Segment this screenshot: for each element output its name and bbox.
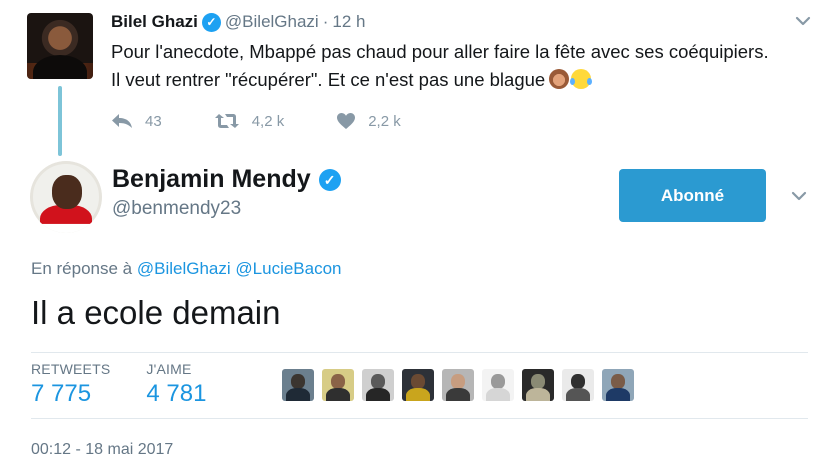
tears-of-joy-emoji-icon (570, 69, 593, 89)
parent-tweet-line-1: Pour l'anecdote, Mbappé pas chaud pour a… (111, 41, 769, 62)
reply-prefix: En réponse à (31, 259, 133, 278)
liker-avatar[interactable] (482, 369, 514, 401)
liker-avatar[interactable] (282, 369, 314, 401)
heart-icon (337, 113, 356, 129)
parent-avatar[interactable] (27, 13, 93, 79)
retweet-action[interactable]: 4,2 k (214, 112, 285, 130)
retweets-value: 7 775 (31, 380, 92, 407)
likes-value: 4 781 (146, 380, 207, 407)
reply-action[interactable]: 43 (111, 113, 162, 130)
reply-context: En réponse à @BilelGhazi @LucieBacon (31, 259, 342, 279)
main-author-handle[interactable]: @benmendy23 (112, 198, 241, 220)
avatar-figure (33, 55, 87, 79)
likes-label: J'AIME (146, 361, 192, 377)
header-separator: · (322, 12, 329, 31)
main-avatar[interactable] (30, 161, 102, 233)
liker-avatars (282, 369, 642, 401)
liker-avatar[interactable] (522, 369, 554, 401)
parent-tweet-text: Pour l'anecdote, Mbappé pas chaud pour a… (111, 38, 811, 94)
parent-tweet-time[interactable]: 12 h (332, 12, 365, 32)
verified-badge-icon: ✓ (318, 168, 341, 191)
parent-tweet-menu-chevron-down-icon[interactable] (795, 15, 811, 27)
thread-connector (58, 86, 62, 156)
liker-avatar[interactable] (602, 369, 634, 401)
retweets-label: RETWEETS (31, 361, 111, 377)
stats-bottom-divider (31, 418, 808, 419)
speak-no-evil-monkey-emoji-icon (549, 69, 570, 89)
reply-mention-1[interactable]: @BilelGhazi (137, 259, 231, 278)
parent-tweet-header: Bilel Ghazi ✓ @BilelGhazi · 12 h (111, 12, 365, 32)
parent-author-handle[interactable]: @BilelGhazi (225, 12, 319, 32)
avatar-face (52, 175, 82, 209)
parent-author-name[interactable]: Bilel Ghazi (111, 12, 198, 32)
like-action[interactable]: 2,2 k (336, 112, 401, 130)
liker-avatar[interactable] (562, 369, 594, 401)
main-tweet-text: Il a ecole demain (31, 294, 281, 331)
parent-tweet-actions: 43 4,2 k 2,2 k (111, 112, 453, 130)
stats-top-divider (31, 352, 808, 353)
verified-badge-icon: ✓ (201, 12, 221, 32)
tweet-timestamp[interactable]: 00:12 - 18 mai 2017 (31, 441, 173, 459)
liker-avatar[interactable] (362, 369, 394, 401)
retweets-stat[interactable]: RETWEETS 7 775 (31, 361, 110, 408)
main-author-name[interactable]: Benjamin Mendy (112, 165, 311, 194)
follow-button[interactable]: Abonné (619, 169, 766, 222)
parent-tweet-line-2: Il veut rentrer "récupérer". Et ce n'est… (111, 69, 546, 90)
retweet-icon (214, 114, 239, 128)
avatar-jersey (40, 205, 92, 233)
reply-count: 43 (145, 112, 162, 130)
main-tweet-menu-chevron-down-icon[interactable] (791, 190, 807, 202)
like-count: 2,2 k (368, 112, 401, 130)
tweet-stats: RETWEETS 7 775 J'AIME 4 781 (31, 361, 242, 408)
reply-mention-2[interactable]: @LucieBacon (235, 259, 341, 278)
reply-icon (112, 114, 132, 128)
retweet-count: 4,2 k (251, 112, 285, 130)
main-author-name-row: Benjamin Mendy ✓ (112, 165, 345, 194)
liker-avatar[interactable] (442, 369, 474, 401)
liker-avatar[interactable] (402, 369, 434, 401)
parent-tweet-line-2-wrapper: Il veut rentrer "récupérer". Et ce n'est… (111, 66, 811, 94)
liker-avatar[interactable] (322, 369, 354, 401)
likes-stat[interactable]: J'AIME 4 781 (146, 361, 206, 408)
